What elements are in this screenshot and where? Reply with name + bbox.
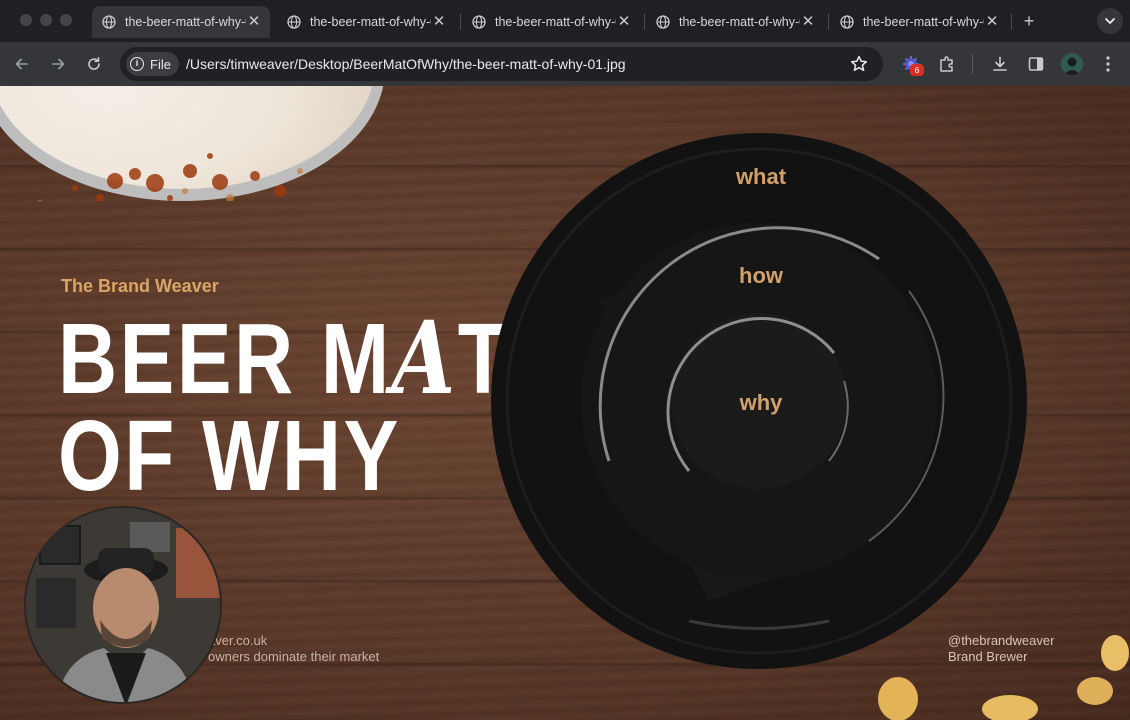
globe-icon bbox=[287, 15, 301, 29]
tab-title: the-beer-matt-of-why-03.jpg bbox=[495, 15, 616, 29]
side-panel-icon bbox=[1028, 57, 1044, 71]
toolbar-separator bbox=[972, 54, 973, 74]
close-tab-icon[interactable]: ✕ bbox=[616, 14, 632, 30]
chevron-down-icon bbox=[1105, 18, 1115, 25]
beer-glass bbox=[0, 86, 385, 201]
tab-5[interactable]: the-beer-matt-of-why-05.jpg ✕ bbox=[830, 6, 1008, 38]
side-panel-button[interactable] bbox=[1025, 53, 1047, 75]
presenter-video bbox=[26, 508, 220, 702]
tab-title: the-beer-matt-of-why-04.jpg bbox=[679, 15, 800, 29]
arrow-right-icon bbox=[52, 58, 65, 70]
back-button[interactable] bbox=[11, 53, 33, 75]
mat-word-how: how bbox=[739, 263, 783, 288]
tab-separator bbox=[828, 14, 829, 30]
reload-icon bbox=[88, 57, 100, 70]
forward-button[interactable] bbox=[47, 53, 69, 75]
extension-badge: 6 bbox=[910, 64, 924, 76]
close-tab-icon[interactable]: ✕ bbox=[431, 14, 447, 30]
tab-separator bbox=[644, 14, 645, 30]
tab-title: the-beer-matt-of-why-01.jpg bbox=[125, 15, 246, 29]
headline-blackletter-a: A bbox=[391, 299, 458, 417]
image-viewer: The Brand Weaver BEER MAT OF WHY aver.co… bbox=[0, 86, 1130, 720]
downloads-button[interactable] bbox=[989, 53, 1011, 75]
globe-icon bbox=[840, 15, 854, 29]
tab-3[interactable]: the-beer-matt-of-why-03.jpg ✕ bbox=[462, 6, 640, 38]
chrome-menu-button[interactable] bbox=[1097, 53, 1119, 75]
kebab-menu-icon bbox=[1106, 56, 1110, 72]
reload-button[interactable] bbox=[83, 53, 105, 75]
site-info-chip[interactable]: i File bbox=[126, 52, 179, 76]
beer-bubbles bbox=[37, 153, 303, 201]
profile-avatar[interactable] bbox=[1061, 53, 1083, 75]
tab-search-button[interactable] bbox=[1097, 8, 1123, 34]
mat-word-why: why bbox=[739, 390, 783, 415]
zoom-window-button[interactable] bbox=[60, 14, 72, 26]
download-icon bbox=[993, 56, 1007, 71]
tagline-text: owners dominate their market bbox=[208, 649, 380, 664]
mat-word-what: what bbox=[735, 164, 787, 189]
globe-icon bbox=[656, 15, 670, 29]
url-text[interactable]: /Users/timweaver/Desktop/BeerMatOfWhy/th… bbox=[186, 56, 626, 72]
headline-line-1: BEER MAT bbox=[58, 308, 510, 409]
scheme-label: File bbox=[150, 56, 171, 72]
tab-4[interactable]: the-beer-matt-of-why-04.jpg ✕ bbox=[646, 6, 824, 38]
arrow-left-icon bbox=[15, 58, 28, 70]
webcam-overlay bbox=[24, 506, 222, 704]
star-icon[interactable] bbox=[849, 54, 869, 74]
peanuts bbox=[878, 635, 1129, 720]
globe-icon bbox=[102, 15, 116, 29]
browser-toolbar: i File /Users/timweaver/Desktop/BeerMatO… bbox=[0, 42, 1130, 86]
info-icon: i bbox=[130, 57, 144, 71]
extensions-button[interactable] bbox=[936, 53, 958, 75]
tab-separator bbox=[1011, 14, 1012, 30]
new-tab-button[interactable]: + bbox=[1019, 11, 1039, 31]
avatar-icon bbox=[1064, 57, 1080, 75]
close-window-button[interactable] bbox=[20, 14, 32, 26]
close-tab-icon[interactable]: ✕ bbox=[246, 14, 262, 30]
globe-icon bbox=[472, 15, 486, 29]
tab-1[interactable]: the-beer-matt-of-why-01.jpg ✕ bbox=[92, 6, 270, 38]
headline-beer-m: BEER M bbox=[58, 303, 392, 415]
tab-2[interactable]: the-beer-matt-of-why-02.jpg ✕ bbox=[277, 6, 455, 38]
puzzle-icon bbox=[940, 56, 953, 72]
address-bar[interactable]: i File /Users/timweaver/Desktop/BeerMatO… bbox=[120, 47, 883, 81]
close-tab-icon[interactable]: ✕ bbox=[800, 14, 816, 30]
tab-title: the-beer-matt-of-why-05.jpg bbox=[863, 15, 984, 29]
tab-separator bbox=[460, 14, 461, 30]
minimize-window-button[interactable] bbox=[40, 14, 52, 26]
tab-title: the-beer-matt-of-why-02.jpg bbox=[310, 15, 431, 29]
headline-line-2: OF WHY bbox=[58, 400, 401, 512]
tab-strip: the-beer-matt-of-why-01.jpg ✕ the-beer-m… bbox=[0, 0, 1130, 42]
close-tab-icon[interactable]: ✕ bbox=[984, 14, 1000, 30]
brand-label: The Brand Weaver bbox=[61, 276, 219, 296]
